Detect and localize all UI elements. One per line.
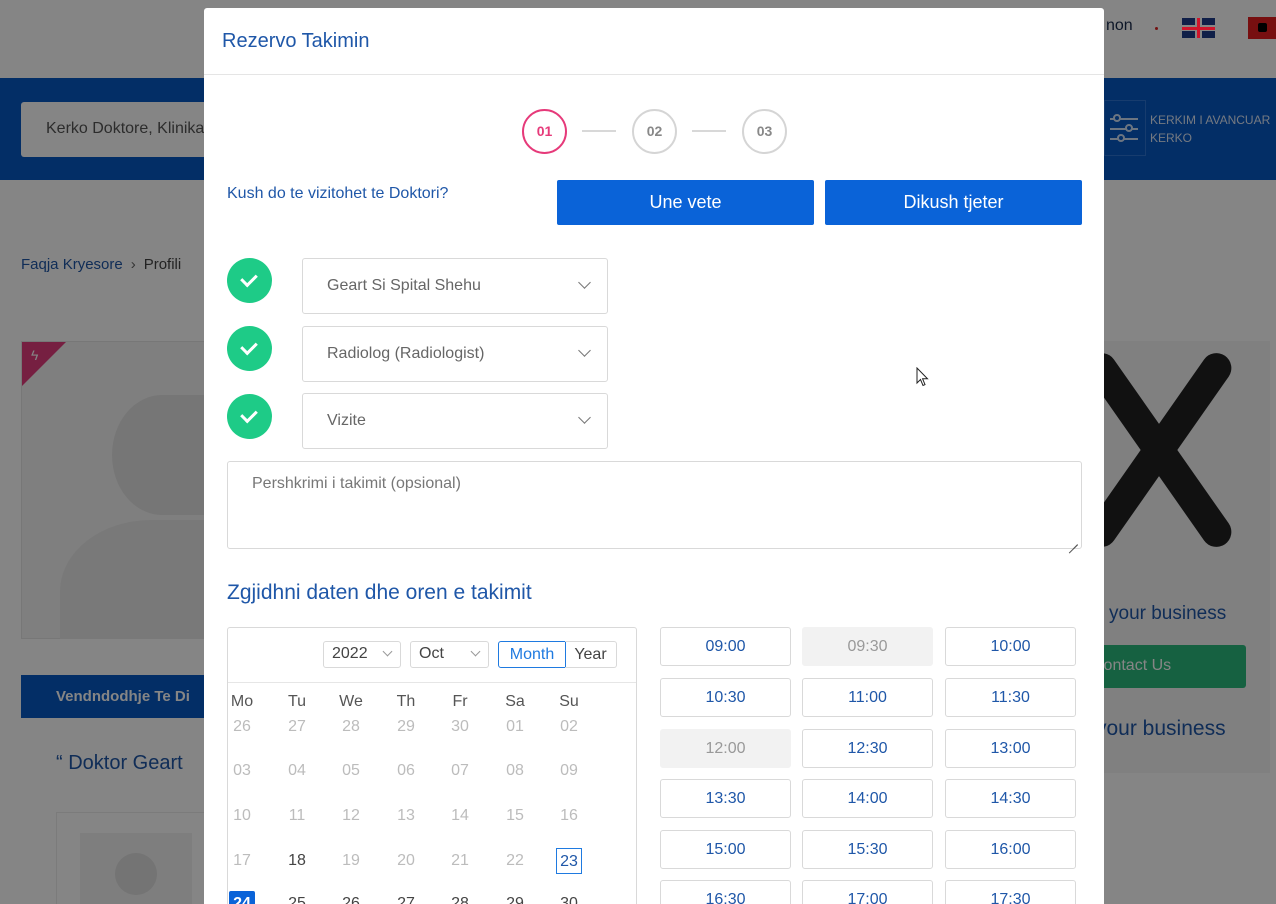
calendar-day[interactable]: 29 <box>502 891 528 904</box>
time-slot[interactable]: 16:30 <box>660 880 791 904</box>
calendar-day[interactable]: 09 <box>556 758 582 784</box>
time-slot[interactable]: 09:00 <box>660 627 791 666</box>
check-icon <box>227 258 272 303</box>
step-connector <box>582 130 616 132</box>
month-select[interactable]: Oct <box>410 641 489 668</box>
step-2: 02 <box>632 109 677 154</box>
time-slot[interactable]: 15:30 <box>802 830 933 869</box>
resize-handle-icon[interactable] <box>1069 536 1078 545</box>
time-slot[interactable]: 13:30 <box>660 779 791 818</box>
chevron-down-icon <box>578 411 591 424</box>
check-icon <box>227 394 272 439</box>
calendar-day[interactable]: 07 <box>447 758 473 784</box>
calendar-day[interactable]: 04 <box>284 758 310 784</box>
time-slot[interactable]: 16:00 <box>945 830 1076 869</box>
time-slot: 09:30 <box>802 627 933 666</box>
chevron-down-icon <box>578 344 591 357</box>
calendar-day[interactable]: 26 <box>338 891 364 904</box>
calendar-day[interactable]: 14 <box>447 803 473 829</box>
calendar-day[interactable]: 01 <box>502 714 528 740</box>
calendar-day[interactable]: 15 <box>502 803 528 829</box>
time-slot[interactable]: 14:00 <box>802 779 933 818</box>
time-slot[interactable]: 15:00 <box>660 830 791 869</box>
year-select-value: 2022 <box>332 645 368 662</box>
calendar-day[interactable]: 30 <box>447 714 473 740</box>
calendar-day[interactable]: 28 <box>338 714 364 740</box>
calendar-day[interactable]: 30 <box>556 891 582 904</box>
calendar-day[interactable]: 17 <box>229 848 255 874</box>
calendar-day[interactable]: 26 <box>229 714 255 740</box>
weekday-label: Tu <box>287 693 307 710</box>
calendar-day[interactable]: 12 <box>338 803 364 829</box>
time-slot[interactable]: 12:30 <box>802 729 933 768</box>
check-icon <box>227 326 272 371</box>
calendar-day[interactable]: 05 <box>338 758 364 784</box>
calendar-day[interactable]: 20 <box>393 848 419 874</box>
chevron-down-icon <box>470 646 481 657</box>
time-slot[interactable]: 17:30 <box>945 880 1076 904</box>
time-slot[interactable]: 10:00 <box>945 627 1076 666</box>
who-question: Kush do te vizitohet te Doktori? <box>227 185 449 202</box>
specialty-select[interactable]: Radiolog (Radiologist) <box>302 326 608 382</box>
description-placeholder: Pershkrimi i takimit (opsional) <box>252 475 461 492</box>
calendar-day[interactable]: 27 <box>393 891 419 904</box>
date-time-section-title: Zgjidhni daten dhe oren e takimit <box>227 581 532 604</box>
calendar-day[interactable]: 28 <box>447 891 473 904</box>
calendar-day[interactable]: 18 <box>284 848 310 874</box>
calendar-day[interactable]: 25 <box>284 891 310 904</box>
mode-year-toggle[interactable]: Year <box>565 641 617 668</box>
calendar-day[interactable]: 02 <box>556 714 582 740</box>
calendar-day[interactable]: 13 <box>393 803 419 829</box>
calendar-day[interactable]: 06 <box>393 758 419 784</box>
calendar-day[interactable]: 22 <box>502 848 528 874</box>
visit-type-select[interactable]: Vizite <box>302 393 608 449</box>
calendar-header: 2022 Oct Month Year <box>228 628 636 683</box>
calendar-day[interactable]: 29 <box>393 714 419 740</box>
modal-title: Rezervo Takimin <box>222 30 370 52</box>
hospital-select-value: Geart Si Spital Shehu <box>327 277 481 294</box>
month-select-value: Oct <box>419 645 444 662</box>
mouse-cursor-icon <box>916 367 929 387</box>
time-slot: 12:00 <box>660 729 791 768</box>
calendar-day[interactable]: 24 <box>229 891 255 904</box>
weekday-label: Fr <box>452 693 468 710</box>
specialty-select-value: Radiolog (Radiologist) <box>327 345 485 362</box>
calendar-day[interactable]: 10 <box>229 803 255 829</box>
time-slot[interactable]: 17:00 <box>802 880 933 904</box>
calendar-day[interactable]: 16 <box>556 803 582 829</box>
visit-type-select-value: Vizite <box>327 412 366 429</box>
self-button[interactable]: Une vete <box>557 180 814 225</box>
time-slot[interactable]: 10:30 <box>660 678 791 717</box>
weekday-label: Su <box>559 693 579 710</box>
calendar-day[interactable]: 23 <box>556 848 582 874</box>
modal-header: Rezervo Takimin <box>204 8 1104 75</box>
chevron-down-icon <box>382 646 393 657</box>
time-slot[interactable]: 11:30 <box>945 678 1076 717</box>
calendar-day[interactable]: 03 <box>229 758 255 784</box>
calendar-day[interactable]: 11 <box>284 803 310 829</box>
year-select[interactable]: 2022 <box>323 641 401 668</box>
time-slot[interactable]: 11:00 <box>802 678 933 717</box>
weekday-label: Th <box>396 693 416 710</box>
hospital-select[interactable]: Geart Si Spital Shehu <box>302 258 608 314</box>
step-3: 03 <box>742 109 787 154</box>
time-slot[interactable]: 14:30 <box>945 779 1076 818</box>
calendar-day[interactable]: 21 <box>447 848 473 874</box>
someone-else-button[interactable]: Dikush tjeter <box>825 180 1082 225</box>
mode-month-toggle[interactable]: Month <box>498 641 566 668</box>
booking-modal: Rezervo Takimin 01 02 03 Kush do te vizi… <box>204 8 1104 904</box>
time-slot[interactable]: 13:00 <box>945 729 1076 768</box>
chevron-down-icon <box>578 276 591 289</box>
description-textarea[interactable]: Pershkrimi i takimit (opsional) <box>227 461 1082 549</box>
weekday-label: We <box>339 693 363 710</box>
weekday-label: Sa <box>505 693 525 710</box>
step-1: 01 <box>522 109 567 154</box>
calendar-day[interactable]: 19 <box>338 848 364 874</box>
weekday-label: Mo <box>230 693 254 710</box>
calendar-day[interactable]: 27 <box>284 714 310 740</box>
step-connector <box>692 130 726 132</box>
calendar-day[interactable]: 08 <box>502 758 528 784</box>
